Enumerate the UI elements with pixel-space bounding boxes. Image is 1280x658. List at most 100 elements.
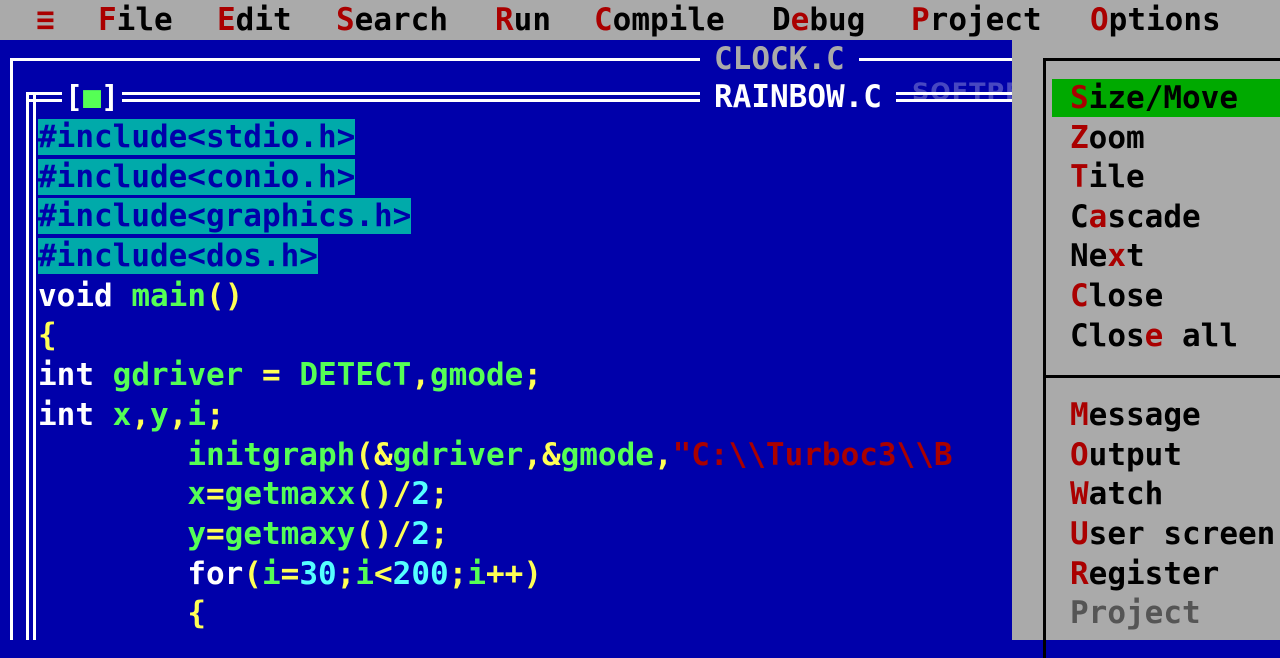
menu-bar: ≡ File Edit Search Run Compile Debug Pro… (0, 0, 1280, 40)
menu-hotkey: M (1070, 397, 1089, 433)
menu-item-watch[interactable]: Watch (1052, 475, 1280, 513)
menu-item-output[interactable]: Output (1052, 436, 1280, 474)
code-text: #include<dos.h> (38, 238, 318, 275)
window-menu-separator (1043, 375, 1280, 378)
code-punct: = (262, 357, 281, 394)
menu-hotkey: C (594, 2, 613, 38)
menu-hotkey: x (1107, 238, 1126, 274)
code-line: y=getmaxy()/2; (38, 515, 1012, 555)
menu-item-message[interactable]: Message (1052, 396, 1280, 434)
code-punct: ,& (523, 436, 561, 473)
code-punct: = (205, 515, 225, 552)
code-punct: ; (523, 357, 542, 394)
code-punct: < (374, 555, 393, 592)
background-window-frame-left (10, 58, 13, 640)
menu-hotkey: F (98, 2, 117, 38)
menu-hotkey: S (336, 2, 355, 38)
code-punct: = (205, 476, 225, 513)
code-line: #include<dos.h> (38, 237, 1012, 277)
code-punct: ()/ (355, 476, 412, 513)
menu-label: Clos (1070, 318, 1145, 354)
code-editor[interactable]: #include<stdio.h> #include<conio.h> #inc… (38, 118, 1012, 640)
menu-item-close-all[interactable]: Close all (1052, 317, 1280, 355)
menu-hotkey: P (911, 2, 930, 38)
code-identifier: y (150, 396, 169, 433)
code-identifier: gmode (430, 357, 524, 394)
code-line: { (38, 594, 1012, 634)
menu-hotkey: a (1088, 199, 1108, 235)
menu-hotkey: O (1090, 2, 1109, 38)
system-menu-icon[interactable]: ≡ (36, 0, 55, 40)
menu-hotkey: W (1070, 476, 1089, 512)
close-box-bracket: ] (101, 80, 120, 115)
active-window-title[interactable]: RAINBOW.C (700, 78, 896, 116)
code-identifier: x (187, 476, 206, 513)
menu-label: roject (929, 2, 1042, 38)
code-line: { (38, 316, 1012, 356)
close-box-bracket: [ (64, 80, 83, 115)
menu-project[interactable]: Project (911, 0, 1042, 40)
menu-compile[interactable]: Compile (594, 0, 725, 40)
menu-hotkey: R (495, 2, 514, 38)
code-punct: ; (336, 555, 356, 592)
menu-item-project[interactable]: Project (1052, 594, 1280, 632)
menu-label: oom (1088, 120, 1145, 156)
menu-run[interactable]: Run (495, 0, 551, 40)
code-punct: , (411, 357, 430, 394)
menu-item-cascade[interactable]: Cascade (1052, 198, 1280, 236)
menu-item-register[interactable]: Register (1052, 555, 1280, 593)
code-text: #include<graphics.h> (38, 198, 412, 235)
menu-label: un (513, 2, 551, 38)
background-window-title[interactable]: CLOCK.C (700, 40, 859, 78)
code-punct: ; (448, 555, 468, 592)
menu-label: Ne (1070, 238, 1108, 274)
code-line: initgraph(&gdriver,&gmode,"C:\\Turboc3\\… (38, 436, 1012, 476)
menu-edit[interactable]: Edit (217, 0, 292, 40)
code-punct: ( (243, 555, 262, 592)
menu-options[interactable]: Options (1090, 0, 1221, 40)
code-punct: { (38, 317, 57, 354)
menu-item-user-screen[interactable]: User screen (1052, 515, 1280, 553)
menu-item-size-move[interactable]: Size/Move (1052, 79, 1280, 117)
menu-hotkey: O (1070, 437, 1089, 473)
code-line: void main() (38, 277, 1012, 317)
code-punct: () (205, 277, 244, 314)
menu-label: all (1163, 318, 1238, 354)
menu-label: dit (235, 2, 292, 38)
window-close-box[interactable]: [■] (62, 80, 122, 116)
code-punct: ++) (486, 555, 543, 592)
code-punct: ; (429, 476, 449, 513)
menu-item-zoom[interactable]: Zoom (1052, 119, 1280, 157)
code-identifier: i (261, 555, 281, 592)
code-identifier: getmaxy (224, 515, 356, 552)
code-keyword: int (38, 357, 94, 394)
menu-debug[interactable]: Debug (772, 0, 865, 40)
menu-item-tile[interactable]: Tile (1052, 158, 1280, 196)
menu-item-next[interactable]: Next (1052, 237, 1280, 275)
menu-item-close[interactable]: Close (1052, 277, 1280, 315)
menu-search[interactable]: Search (336, 0, 448, 40)
code-identifier: y (187, 515, 206, 552)
menu-file[interactable]: File (98, 0, 173, 40)
menu-label: atch (1088, 476, 1164, 512)
menu-label: bug (809, 2, 866, 38)
menu-label: scade (1107, 199, 1201, 235)
menu-label: D (772, 2, 791, 38)
code-identifier: i (467, 555, 487, 592)
code-identifier: x (112, 396, 132, 433)
code-line: x=getmaxx()/2; (38, 475, 1012, 515)
code-string: "C:\\Turboc3\\B (672, 436, 953, 473)
code-punct: ()/ (355, 515, 412, 552)
code-identifier: DETECT (299, 357, 412, 394)
code-identifier: gdriver (392, 436, 524, 473)
menu-label: Project (1070, 595, 1201, 631)
code-keyword: int (38, 396, 94, 433)
menu-hotkey: T (1070, 159, 1089, 195)
code-number: 200 (392, 555, 449, 592)
menu-label: egister (1088, 556, 1220, 592)
code-line: #include<stdio.h> (38, 118, 1012, 158)
code-line: #include<graphics.h> (38, 197, 1012, 237)
code-identifier: i (355, 555, 374, 592)
code-punct: , (131, 396, 151, 433)
code-keyword: void (38, 277, 113, 314)
